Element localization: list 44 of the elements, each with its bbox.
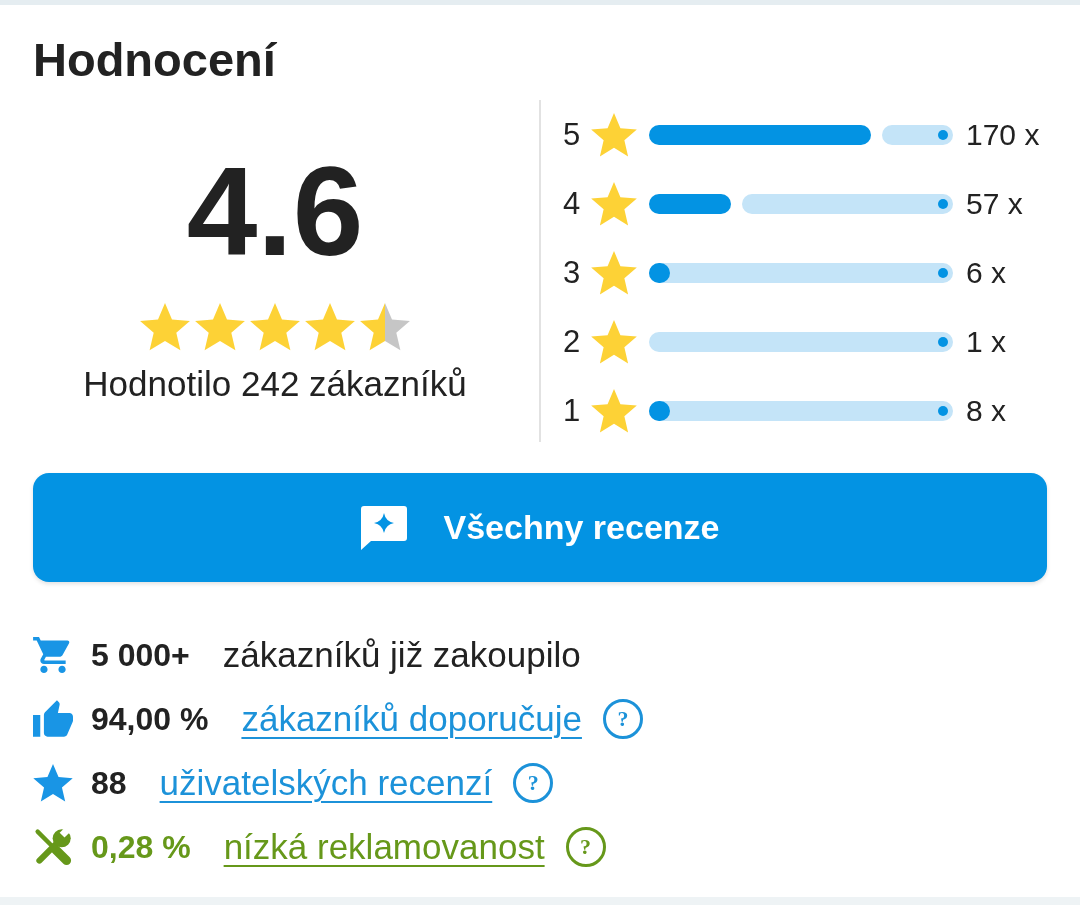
review-count: 6 x xyxy=(966,254,1007,291)
review-count: 57 x xyxy=(966,185,1023,222)
stat-link[interactable]: zákazníků doporučuje xyxy=(241,699,582,739)
star-icon xyxy=(195,303,245,351)
review-count: 8 x xyxy=(966,392,1007,429)
track-end-dot-icon xyxy=(938,198,948,209)
star-icon xyxy=(591,181,637,226)
stat-value: 0,28 % xyxy=(91,828,191,867)
help-button[interactable]: ? xyxy=(602,699,643,739)
section-title: Hodnocení xyxy=(33,32,276,88)
star-level-label: 5 xyxy=(563,116,582,153)
star-level-label: 2 xyxy=(563,323,582,360)
star-icon xyxy=(591,388,637,433)
star-icon xyxy=(360,303,410,351)
track-end-dot-icon xyxy=(938,336,948,347)
stat-label: zákazníků již zakoupilo xyxy=(222,635,581,675)
review-count: 1 x xyxy=(966,323,1007,360)
thumbs-up-icon xyxy=(33,700,73,738)
track-end-dot-icon xyxy=(938,129,948,140)
help-button[interactable]: ? xyxy=(565,827,606,867)
stat-value: 5 000+ xyxy=(91,636,190,675)
star-icon xyxy=(591,319,637,364)
star-level-label: 4 xyxy=(563,185,582,222)
star-level-label: 1 xyxy=(563,392,582,429)
stat-value: 94,00 % xyxy=(91,700,209,739)
star-level-label: 3 xyxy=(563,254,582,291)
star-icon xyxy=(250,303,300,351)
star-icon xyxy=(591,112,637,157)
track-end-dot-icon xyxy=(938,267,948,278)
all-reviews-button[interactable]: Všechny recenze xyxy=(33,473,1047,582)
star-icon xyxy=(140,303,190,351)
average-score: 4.6 xyxy=(186,148,364,275)
stat-link[interactable]: nízká reklamovanost xyxy=(223,827,545,867)
track-end-dot-icon xyxy=(938,405,948,416)
speech-bubble-sparkle-icon xyxy=(360,505,407,550)
tools-icon xyxy=(33,828,73,866)
star-icon xyxy=(33,764,73,802)
review-count: 170 x xyxy=(966,116,1040,153)
rating-caption: Hodnotilo 242 zákazníků xyxy=(83,363,467,405)
stat-value: 88 xyxy=(91,764,127,803)
help-button[interactable]: ? xyxy=(513,763,554,803)
stat-link[interactable]: uživatelských recenzí xyxy=(159,763,493,803)
star-icon xyxy=(305,303,355,351)
star-icon xyxy=(591,250,637,295)
